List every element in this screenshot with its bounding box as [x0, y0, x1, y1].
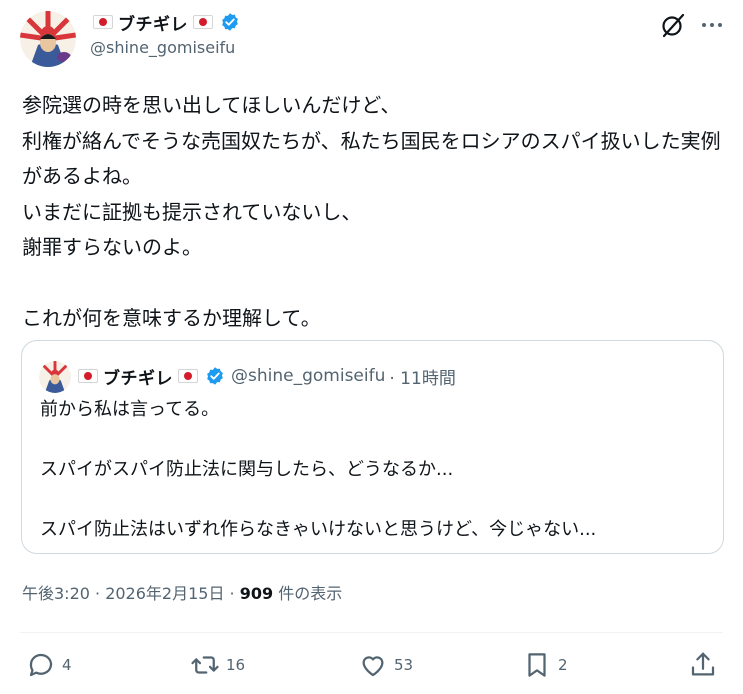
grok-icon[interactable]: [660, 12, 686, 38]
like-count: 53: [394, 656, 414, 674]
more-icon[interactable]: [699, 12, 725, 38]
bookmark-icon: [528, 653, 546, 677]
like-icon: [362, 656, 384, 677]
views-label: 件の表示: [273, 584, 343, 603]
reply-button[interactable]: 4: [26, 648, 72, 682]
post-meta: 午後3:20 · 2026年2月15日 · 909 件の表示: [22, 580, 342, 604]
views-count: 909: [239, 584, 274, 603]
reply-count: 4: [62, 656, 72, 674]
reply-icon: [29, 653, 53, 677]
bookmark-button[interactable]: 2: [522, 648, 568, 682]
quoted-author-avatar: [39, 361, 71, 393]
quoted-post-text: 前から私は言ってる。 スパイがスパイ防止法に関与したら、どうなるか... スパイ…: [40, 399, 597, 540]
share-button[interactable]: [688, 648, 718, 682]
post-timestamp[interactable]: 午後3:20 · 2026年2月15日 ·: [22, 584, 240, 603]
quoted-author-row: ブチギレ @shine_gomiseifu · 11時間: [75, 362, 456, 390]
verified-badge-icon: [220, 12, 240, 32]
quoted-author-handle: @shine_gomiseifu: [231, 366, 386, 386]
bookmark-count: 2: [558, 656, 568, 674]
like-button[interactable]: 53: [358, 648, 413, 682]
author-avatar[interactable]: [20, 11, 76, 67]
quoted-post-card[interactable]: ブチギレ @shine_gomiseifu · 11時間 前から私は言ってる。 …: [21, 340, 724, 554]
quoted-post-time: · 11時間: [389, 368, 456, 389]
quoted-author-name: ブチギレ: [103, 368, 173, 389]
post-text: 参院選の時を思い出してほしいんだけど、 利権が絡んでそうな売国奴たちが、私たち国…: [22, 93, 721, 330]
share-icon: [691, 652, 715, 676]
author-name-row[interactable]: ブチギレ: [90, 9, 240, 35]
author-handle[interactable]: @shine_gomiseifu: [90, 38, 235, 57]
japan-flag-icon: [193, 15, 213, 29]
japan-flag-icon: [178, 369, 198, 383]
repost-count: 16: [226, 656, 246, 674]
repost-button[interactable]: 16: [190, 648, 245, 682]
author-name: ブチギレ: [118, 14, 188, 35]
japan-flag-icon: [78, 369, 98, 383]
repost-icon: [191, 656, 219, 674]
divider: [20, 632, 723, 633]
japan-flag-icon: [93, 15, 113, 29]
verified-badge-icon: [205, 366, 225, 386]
